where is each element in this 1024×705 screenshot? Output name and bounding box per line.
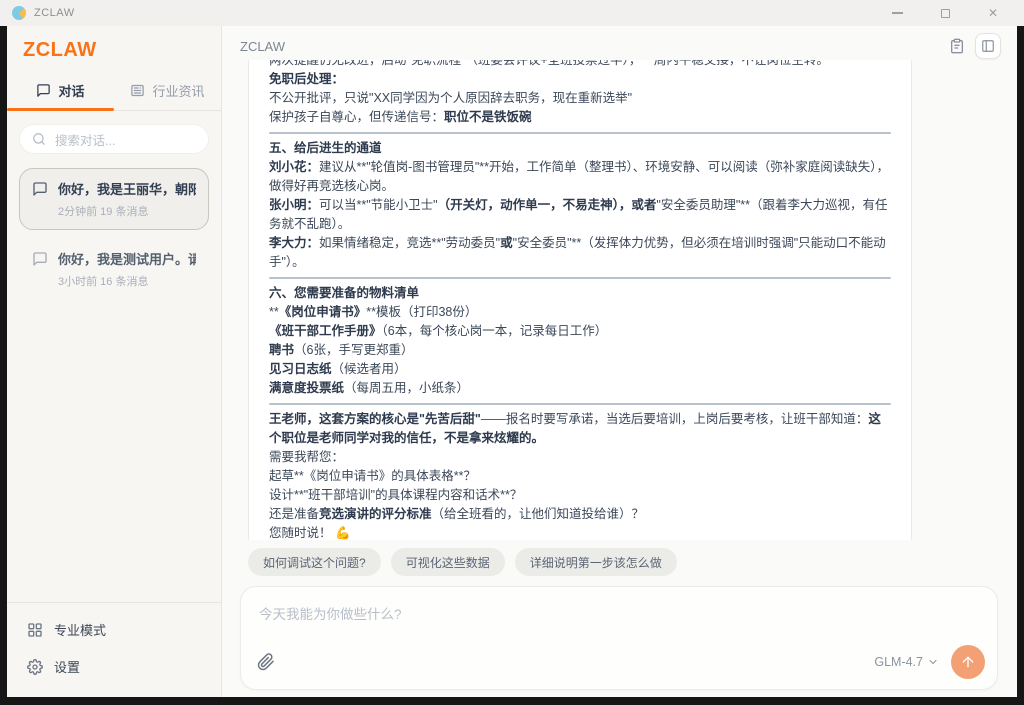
page-title: ZCLAW	[240, 39, 285, 54]
muscle-emoji: 💪	[332, 526, 351, 540]
search-icon	[32, 132, 46, 146]
tab-对话[interactable]: 对话	[7, 71, 114, 110]
chat-scroll-area[interactable]: 两次提醒仍无改进，启动"免职流程"（班委会评议+全班投票过半），一周内平稳交接，…	[248, 60, 912, 540]
header-actions	[949, 33, 1001, 59]
chevron-down-icon	[927, 656, 939, 668]
panel-toggle-button[interactable]	[975, 33, 1001, 59]
arrow-up-icon	[960, 654, 976, 670]
sidebar-item-设置[interactable]: 设置	[13, 648, 215, 685]
sidebar-item-label: 设置	[54, 657, 80, 676]
composer-right: GLM-4.7	[874, 645, 985, 679]
model-label: GLM-4.7	[874, 655, 923, 669]
search-input[interactable]: 搜索对话...	[19, 124, 209, 154]
sidebar: ZCLAW 对话 行业资讯 搜索对话... 你好，我是王丽华，朝阳区... 2分钟前…	[7, 26, 222, 697]
window-controls: ✕	[888, 4, 1002, 22]
conversation-title: 你好，我是测试用户。请确...	[58, 249, 196, 268]
maximize-button[interactable]	[936, 4, 954, 22]
main-header: ZCLAW	[222, 26, 1017, 60]
conversation-item[interactable]: 你好，我是测试用户。请确... 3小时前 16 条消息	[19, 238, 209, 300]
grid-icon	[27, 622, 43, 638]
sidebar-item-label: 专业模式	[54, 620, 106, 639]
suggestion-chip[interactable]: 详细说明第一步该怎么做	[515, 548, 677, 576]
message-line: 五、给后进生的通道	[269, 139, 891, 158]
conversation-body: 你好，我是测试用户。请确... 3小时前 16 条消息	[58, 249, 196, 289]
sidebar-item-专业模式[interactable]: 专业模式	[13, 611, 215, 648]
chat-bubble-icon	[32, 181, 48, 197]
composer-toolbar: GLM-4.7	[257, 645, 985, 679]
minimize-button[interactable]	[888, 4, 906, 22]
message-line: 保护孩子自尊心，但传递信号：职位不是铁饭碗	[269, 108, 891, 127]
message-line: 免职后处理：	[269, 70, 891, 89]
paperclip-icon[interactable]	[257, 653, 275, 671]
message-line: 还是准备竞选演讲的评分标准（给全班看的，让他们知道投给谁）？	[269, 505, 891, 524]
message-line: 刘小花：建议从**"轮值岗-图书管理员"**开始，工作简单（整理书）、环境安静、…	[269, 158, 891, 196]
conversation-body: 你好，我是王丽华，朝阳区... 2分钟前 19 条消息	[58, 179, 196, 219]
message-line: 见习日志纸（候选者用）	[269, 360, 891, 379]
suggestion-chip[interactable]: 可视化这些数据	[391, 548, 505, 576]
news-icon	[130, 83, 145, 98]
message-line: 您随时说！ 💪	[269, 524, 891, 540]
close-button[interactable]: ✕	[984, 4, 1002, 22]
composer: 今天我能为你做些什么? GLM-4.7	[240, 586, 998, 690]
brand-logo: ZCLAW	[7, 26, 221, 71]
send-button[interactable]	[951, 645, 985, 679]
tab-行业资讯[interactable]: 行业资讯	[114, 71, 221, 110]
sidebar-toggle-icon	[981, 39, 995, 53]
assistant-message: 两次提醒仍无改进，启动"免职流程"（班委会评议+全班投票过半），一周内平稳交接，…	[248, 60, 912, 540]
maximize-icon	[941, 9, 950, 18]
message-line: 需要我帮您：	[269, 448, 891, 467]
gear-icon	[27, 659, 43, 675]
conversation-meta: 2分钟前 19 条消息	[58, 203, 196, 219]
message-line: 张小明：可以当**"节能小卫士"（开关灯，动作单一，不易走神），或者"安全委员助…	[269, 196, 891, 234]
message-line: **《岗位申请书》**模板（打印38份）	[269, 303, 891, 322]
tab-label: 对话	[58, 81, 84, 100]
message-line: 《班干部工作手册》（6本，每个核心岗一本，记录每日工作）	[269, 322, 891, 341]
conversation-meta: 3小时前 16 条消息	[58, 273, 196, 289]
conversation-list: 你好，我是王丽华，朝阳区...2分钟前 19 条消息你好，我是测试用户。请确..…	[7, 168, 221, 300]
sidebar-tabs: 对话 行业资讯	[7, 71, 221, 111]
main-panel: ZCLAW 两次提醒仍无改进，启动"免职流程"（班委会评议+全班投票过半），一周…	[222, 26, 1017, 697]
message-line: 不公开批评，只说"XX同学因为个人原因辞去职务，现在重新选举"	[269, 89, 891, 108]
clipboard-icon[interactable]	[949, 38, 965, 54]
message-input[interactable]: 今天我能为你做些什么?	[241, 587, 997, 623]
message-line: 两次提醒仍无改进，启动"免职流程"（班委会评议+全班投票过半），一周内平稳交接，…	[269, 60, 891, 70]
titlebar: ZCLAW ✕	[0, 0, 1024, 26]
app-body: ZCLAW 对话 行业资讯 搜索对话... 你好，我是王丽华，朝阳区... 2分钟前…	[7, 26, 1017, 697]
app-window: ZCLAW ✕ ZCLAW 对话 行业资讯 搜索对话... 你好，我是王丽华，朝阳…	[0, 0, 1024, 705]
message-line: 李大力：如果情绪稳定，竞选**"劳动委员"或"安全委员"**（发挥体力优势，但必…	[269, 234, 891, 272]
tab-label: 行业资讯	[152, 81, 204, 100]
close-icon: ✕	[988, 7, 998, 19]
conversation-item[interactable]: 你好，我是王丽华，朝阳区... 2分钟前 19 条消息	[19, 168, 209, 230]
chat-bubble-icon	[32, 251, 48, 267]
chat-bubble-icon	[36, 83, 51, 98]
message-line: 王老师，这套方案的核心是"先苦后甜"——报名时要写承诺，当选后要培训，上岗后要考…	[269, 410, 891, 448]
message-line: 聘书（6张，手写更郑重）	[269, 341, 891, 360]
minimize-icon	[892, 12, 903, 14]
divider	[269, 403, 891, 405]
search-placeholder: 搜索对话...	[55, 130, 115, 149]
sidebar-footer: 专业模式设置	[7, 602, 221, 697]
app-logo-icon	[12, 6, 26, 20]
window-title: ZCLAW	[34, 7, 75, 19]
suggestion-chip[interactable]: 如何调试这个问题?	[248, 548, 381, 576]
message-line: 设计**"班干部培训"的具体课程内容和话术**？	[269, 486, 891, 505]
suggestion-chips: 如何调试这个问题? 可视化这些数据详细说明第一步该怎么做	[248, 548, 677, 576]
conversation-title: 你好，我是王丽华，朝阳区...	[58, 179, 196, 198]
divider	[269, 277, 891, 279]
message-line: 起草**《岗位申请书》的具体表格**？	[269, 467, 891, 486]
message-line: 满意度投票纸（每周五用，小纸条）	[269, 379, 891, 398]
divider	[269, 132, 891, 134]
model-selector[interactable]: GLM-4.7	[874, 655, 939, 669]
message-line: 六、您需要准备的物料清单	[269, 284, 891, 303]
